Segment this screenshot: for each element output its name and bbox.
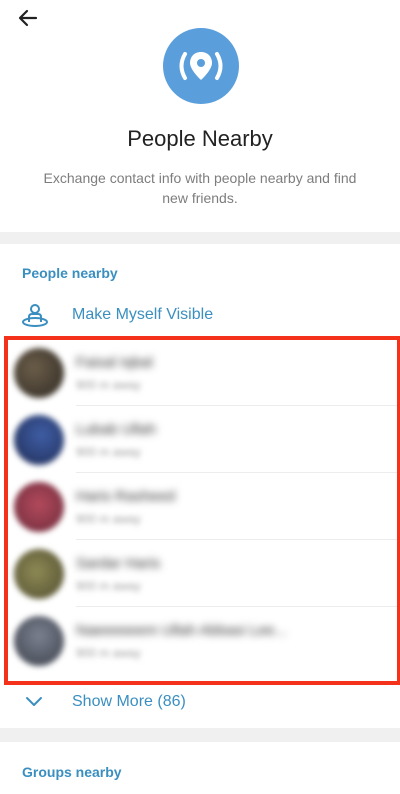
- people-list: Faisal Iqbal 900 m away Lubab Ullah 900 …: [8, 340, 397, 681]
- section-divider: [0, 232, 400, 244]
- section-divider: [0, 728, 400, 742]
- avatar: [14, 482, 64, 532]
- groups-nearby-heading: Groups nearby: [22, 764, 122, 780]
- person-name: Sardar Haris: [76, 555, 161, 572]
- person-distance: 900 m away: [76, 646, 141, 660]
- make-myself-visible-label: Make Myself Visible: [72, 306, 214, 323]
- person-name: Haris Rasheed: [76, 488, 176, 505]
- person-broadcast-icon: [20, 301, 50, 331]
- list-item[interactable]: Naeeeeeem Ullah Abbasi Lee... 900 m away: [8, 608, 397, 674]
- back-button[interactable]: [14, 4, 42, 32]
- row-divider: [76, 405, 397, 406]
- person-distance: 900 m away: [76, 512, 141, 526]
- make-myself-visible-button[interactable]: Make Myself Visible: [0, 296, 400, 336]
- people-nearby-heading: People nearby: [22, 265, 118, 281]
- person-name: Faisal Iqbal: [76, 354, 153, 371]
- chevron-down-icon: [24, 692, 44, 712]
- person-distance: 900 m away: [76, 579, 141, 593]
- avatar: [14, 549, 64, 599]
- row-divider: [76, 606, 397, 607]
- row-divider: [76, 539, 397, 540]
- people-list-highlight: Faisal Iqbal 900 m away Lubab Ullah 900 …: [4, 336, 400, 685]
- page-title: People Nearby: [127, 126, 273, 151]
- show-more-button[interactable]: Show More (86): [0, 686, 400, 720]
- person-name: Naeeeeeem Ullah Abbasi Lee...: [76, 622, 287, 639]
- page-subtitle: Exchange contact info with people nearby…: [43, 170, 357, 206]
- list-item[interactable]: Haris Rasheed 900 m away: [8, 474, 397, 540]
- list-item[interactable]: Sardar Haris 900 m away: [8, 541, 397, 607]
- person-distance: 900 m away: [76, 445, 141, 459]
- person-name: Lubab Ullah: [76, 421, 157, 438]
- avatar: [14, 415, 64, 465]
- header: People Nearby Exchange contact info with…: [0, 0, 400, 232]
- list-item[interactable]: Lubab Ullah 900 m away: [8, 407, 397, 473]
- list-item[interactable]: Faisal Iqbal 900 m away: [8, 340, 397, 406]
- show-more-label: Show More (86): [72, 693, 186, 710]
- person-distance: 900 m away: [76, 378, 141, 392]
- avatar: [14, 348, 64, 398]
- avatar: [14, 616, 64, 666]
- location-radar-icon: [163, 28, 239, 104]
- row-divider: [76, 472, 397, 473]
- back-arrow-icon: [18, 9, 38, 27]
